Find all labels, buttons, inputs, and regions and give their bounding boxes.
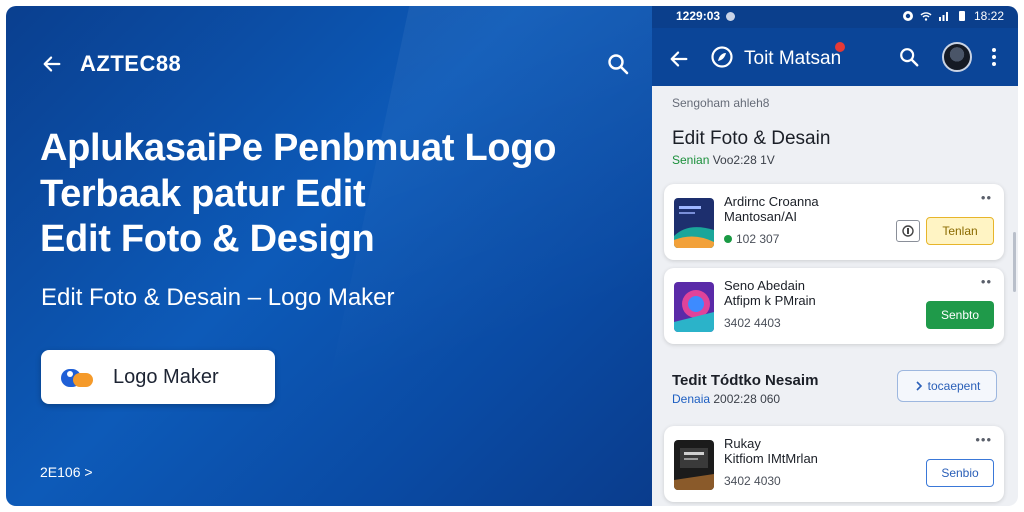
logo-maker-app-icon (59, 364, 97, 390)
app-thumbnail (674, 282, 714, 332)
app-developer: Kitfiom IMtMrlan (724, 451, 818, 466)
app-developer: Mantosan/AI (724, 209, 797, 224)
breadcrumb: Sengoham ahleh8 (672, 96, 770, 110)
app-card[interactable]: Seno Abedain Atfipm k PMrain 3402 4403 •… (664, 268, 1004, 344)
app-thumbnail (674, 198, 714, 248)
search-icon[interactable] (898, 46, 920, 68)
data-saver-icon (902, 11, 913, 21)
app-meta: 3402 4403 (724, 316, 781, 330)
app-meta-text: 102 307 (736, 232, 780, 246)
app-name: Seno Abedain (724, 278, 805, 293)
status-bar: 1229:03 18:22 (652, 6, 1018, 28)
hero-title-line: Edit Foto & Design (40, 218, 375, 261)
app-card[interactable]: Ardirnc Croanna Mantosan/AI 102 307 •• T… (664, 184, 1004, 260)
phone-screen: 1229:03 18:22 Toit Matsan Sengoham ahleh… (652, 6, 1018, 506)
install-button[interactable]: Senbto (926, 301, 994, 329)
app-meta: 102 307 (724, 232, 779, 246)
search-icon[interactable] (606, 52, 632, 78)
app-meta-text: 3402 4030 (724, 474, 781, 488)
more-horiz-icon[interactable]: •• (981, 274, 992, 289)
section-title: Tedit Tódtko Nesaim (672, 372, 819, 389)
app-bar: Toit Matsan (652, 28, 1018, 86)
section-meta: Senian Voo2:28 1V (672, 153, 775, 167)
app-logo-icon (710, 45, 734, 69)
section-meta-tag: Denaia (672, 392, 711, 406)
hero-footer-link[interactable]: 2E106 > (40, 464, 93, 480)
status-time-left: 1229:03 (676, 9, 721, 23)
section-meta-tag: Senian (672, 153, 710, 167)
signal-icon (938, 12, 948, 21)
hero-subtitle: Edit Foto & Desain – Logo Maker (41, 284, 395, 311)
install-button[interactable]: Senbio (926, 459, 994, 487)
section-meta: Denaia 2002:28 060 (672, 392, 780, 406)
see-more-button[interactable]: tocaepent (897, 370, 997, 402)
brand-name: AZTEC88 (80, 51, 182, 76)
battery-icon (958, 11, 965, 21)
install-button[interactable]: Tenlan (926, 217, 994, 245)
app-thumbnail (674, 440, 714, 490)
status-time-right: 18:22 (973, 9, 1004, 23)
preview-icon[interactable] (896, 220, 920, 242)
see-more-label: tocaepent (927, 379, 981, 393)
notification-dot-icon (726, 12, 735, 21)
section-meta-text: Voo2:28 1V (709, 153, 775, 167)
app-card[interactable]: Rukay Kitfiom IMtMrlan 3402 4030 ••• Sen… (664, 426, 1004, 502)
arrow-left-icon[interactable] (668, 48, 690, 70)
more-horiz-icon[interactable]: ••• (975, 432, 992, 447)
section-title: Edit Foto & Desain (672, 128, 831, 149)
section-meta-text: 2002:28 060 (710, 392, 781, 406)
arrow-right-icon (916, 381, 922, 391)
more-vert-icon[interactable] (990, 46, 998, 68)
more-horiz-icon[interactable]: •• (981, 190, 992, 205)
arrow-left-icon[interactable] (40, 52, 64, 76)
app-meta: 3402 4030 (724, 474, 781, 488)
hero-top-bar: AZTEC88 (40, 46, 632, 82)
hero-title: AplukasaiPe Penbmuat Logo Terbaak patur … (40, 126, 640, 263)
logo-maker-button-label: Logo Maker (113, 365, 219, 388)
app-bar-title: Toit Matsan (744, 48, 842, 69)
avatar[interactable] (942, 42, 972, 72)
app-developer: Atfipm k PMrain (724, 293, 816, 308)
logo-maker-button[interactable]: Logo Maker (41, 350, 275, 404)
hero-title-line: Terbaak patur Edit (40, 172, 366, 215)
rating-dot-icon (724, 235, 732, 243)
app-name: Ardirnc Croanna (724, 194, 819, 209)
notification-badge (835, 42, 845, 52)
wifi-icon (920, 12, 932, 21)
status-icons: 18:22 (902, 9, 1004, 23)
app-meta-text: 3402 4403 (724, 316, 781, 330)
app-name: Rukay (724, 436, 761, 451)
hero-banner: AZTEC88 AplukasaiPe Penbmuat Logo Terbaa… (6, 6, 654, 506)
hero-title-line: AplukasaiPe Penbmuat Logo (40, 127, 557, 169)
scrollbar[interactable] (1013, 232, 1016, 292)
